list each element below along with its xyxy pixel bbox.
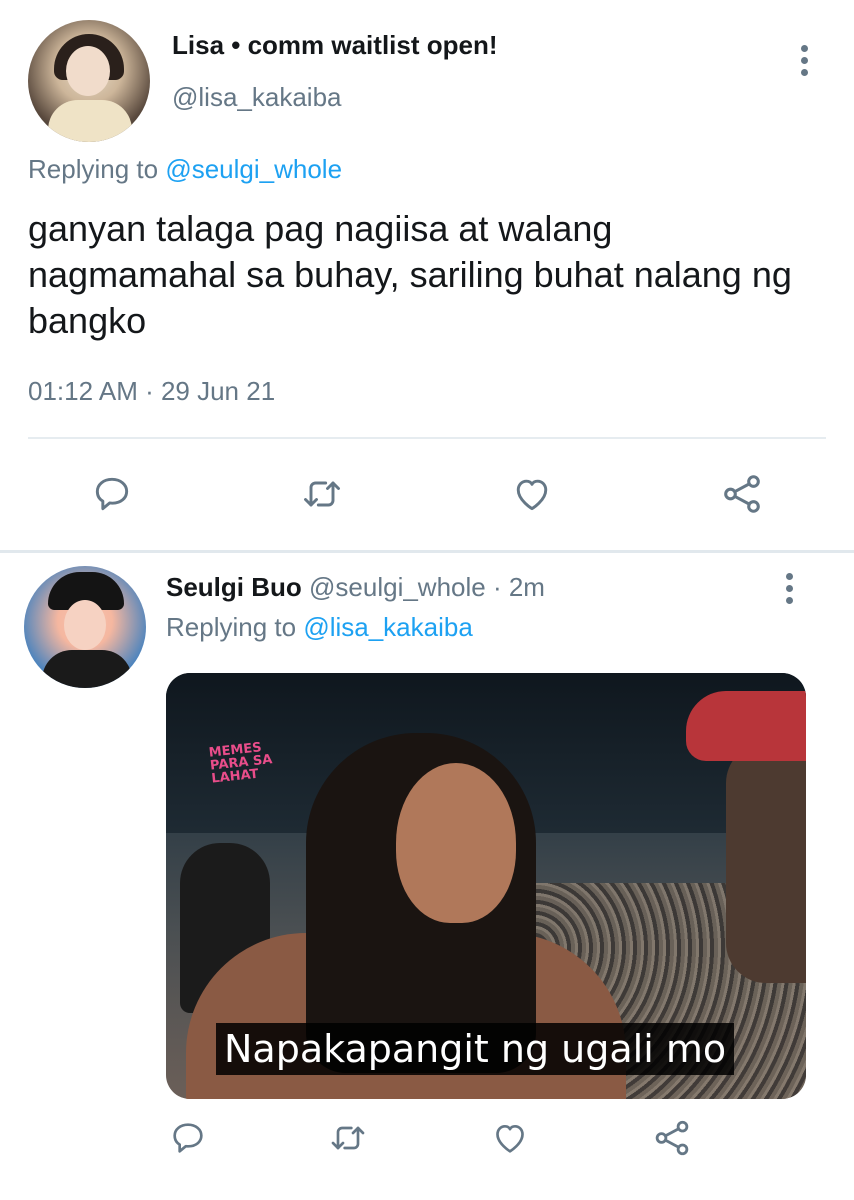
reply-display-name[interactable]: Seulgi Buo: [166, 572, 302, 602]
reply-reply-icon[interactable]: [166, 1116, 210, 1160]
avatar-seulgi[interactable]: [24, 566, 146, 688]
share-icon[interactable]: [718, 470, 766, 518]
reply-replying-label: Replying to: [166, 612, 297, 642]
avatar-lisa[interactable]: [28, 20, 150, 142]
tweet-thread: Lisa • comm waitlist open! @lisa_kakaiba…: [0, 0, 854, 1200]
reply-icon[interactable]: [88, 470, 136, 518]
reply-share-icon[interactable]: [650, 1116, 694, 1160]
tweet-timestamp[interactable]: 01:12 AM · 29 Jun 21: [28, 376, 275, 407]
replying-label: Replying to: [28, 154, 159, 184]
reply-header: Seulgi Buo @seulgi_whole · 2m: [166, 572, 545, 603]
display-name[interactable]: Lisa • comm waitlist open!: [172, 30, 498, 61]
replying-mention-link[interactable]: @seulgi_whole: [165, 154, 342, 184]
more-options-icon[interactable]: [789, 40, 819, 80]
section-divider: [0, 550, 854, 553]
media-subtitle: Napakapangit ng ugali mo: [216, 1023, 735, 1075]
reply-media-image[interactable]: MEMES PARA SA LAHAT Napakapangit ng ugal…: [166, 673, 806, 1099]
reply-replying-to: Replying to @lisa_kakaiba: [166, 612, 473, 643]
media-watermark: MEMES PARA SA LAHAT: [208, 740, 274, 787]
reply-handle[interactable]: @seulgi_whole: [309, 572, 486, 602]
tweet-text: ganyan talaga pag nagiisa at walang nagm…: [28, 208, 792, 341]
reply-time: · 2m: [492, 572, 545, 602]
like-icon[interactable]: [508, 470, 556, 518]
reply-more-options-icon[interactable]: [774, 568, 804, 608]
divider: [28, 437, 826, 439]
retweet-icon[interactable]: [298, 470, 346, 518]
replying-to: Replying to @seulgi_whole: [28, 154, 342, 185]
reply-replying-mention-link[interactable]: @lisa_kakaiba: [303, 612, 472, 642]
reply-retweet-icon[interactable]: [326, 1116, 370, 1160]
handle[interactable]: @lisa_kakaiba: [172, 82, 341, 113]
reply-like-icon[interactable]: [488, 1116, 532, 1160]
